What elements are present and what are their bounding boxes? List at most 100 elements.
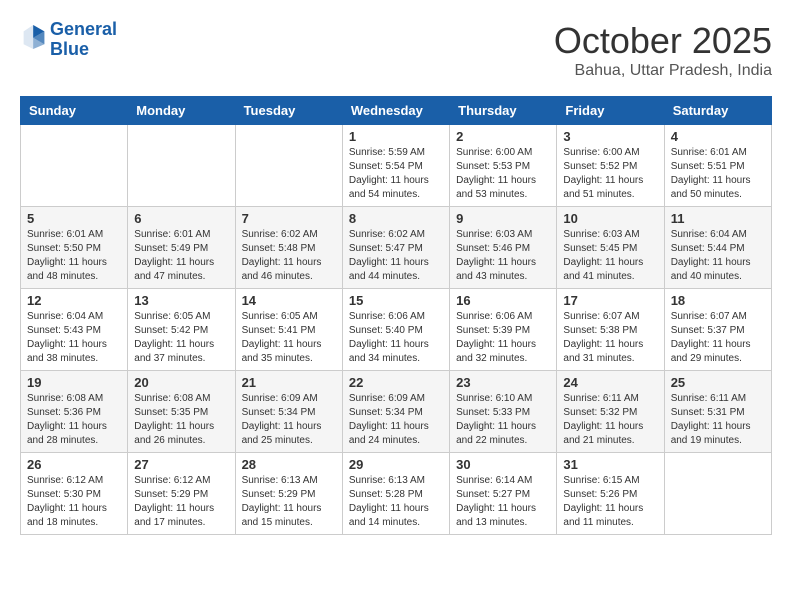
table-row	[21, 125, 128, 207]
day-info: Sunrise: 6:06 AMSunset: 5:39 PMDaylight:…	[456, 310, 550, 366]
table-row: 8Sunrise: 6:02 AMSunset: 5:47 PMDaylight…	[342, 207, 449, 289]
col-tuesday: Tuesday	[235, 97, 342, 125]
day-info: Sunrise: 6:05 AMSunset: 5:41 PMDaylight:…	[242, 310, 336, 366]
day-info: Sunrise: 6:08 AMSunset: 5:35 PMDaylight:…	[134, 392, 228, 448]
calendar-table: Sunday Monday Tuesday Wednesday Thursday…	[20, 96, 772, 535]
col-friday: Friday	[557, 97, 664, 125]
day-info: Sunrise: 6:01 AMSunset: 5:49 PMDaylight:…	[134, 228, 228, 284]
table-row: 4 Sunrise: 6:01 AMSunset: 5:51 PMDaylight…	[664, 125, 771, 207]
table-row: 25Sunrise: 6:11 AMSunset: 5:31 PMDayligh…	[664, 371, 771, 453]
day-info: Sunrise: 6:11 AMSunset: 5:31 PMDaylight:…	[671, 392, 765, 448]
logo-icon	[22, 23, 46, 51]
table-row: 22 Sunrise: 6:09 AMSunset: 5:34 PMDayligh…	[342, 371, 449, 453]
day-number: 11	[671, 211, 765, 226]
day-number: 2	[456, 129, 550, 144]
table-row: 2 Sunrise: 6:00 AMSunset: 5:53 PMDaylight…	[450, 125, 557, 207]
title-block: October 2025 Bahua, Uttar Pradesh, India	[554, 20, 772, 80]
day-number: 26	[27, 457, 121, 472]
day-info: Sunrise: 6:09 AMSunset: 5:34 PMDaylight:…	[242, 392, 336, 448]
day-number: 16	[456, 293, 550, 308]
col-monday: Monday	[128, 97, 235, 125]
table-row	[235, 125, 342, 207]
table-row: 11 Sunrise: 6:04 AMSunset: 5:44 PMDayligh…	[664, 207, 771, 289]
day-info: Sunrise: 6:10 AMSunset: 5:33 PMDaylight:…	[456, 392, 550, 448]
logo-text: General Blue	[50, 20, 117, 60]
logo: General Blue	[20, 20, 117, 60]
table-row: 18Sunrise: 6:07 AMSunset: 5:37 PMDayligh…	[664, 289, 771, 371]
day-info: Sunrise: 6:05 AMSunset: 5:42 PMDaylight:…	[134, 310, 228, 366]
logo-general: General	[50, 19, 117, 39]
day-info: Sunrise: 5:59 AMSunset: 5:54 PMDaylight:…	[349, 146, 443, 202]
day-number: 13	[134, 293, 228, 308]
day-number: 22	[349, 375, 443, 390]
table-row: 30 Sunrise: 6:14 AMSunset: 5:27 PMDayligh…	[450, 453, 557, 535]
day-info: Sunrise: 6:09 AMSunset: 5:34 PMDaylight:…	[349, 392, 443, 448]
day-info: Sunrise: 6:02 AMSunset: 5:47 PMDaylight:…	[349, 228, 443, 284]
day-number: 7	[242, 211, 336, 226]
table-row: 20 Sunrise: 6:08 AMSunset: 5:35 PMDayligh…	[128, 371, 235, 453]
table-row: 28Sunrise: 6:13 AMSunset: 5:29 PMDayligh…	[235, 453, 342, 535]
day-number: 5	[27, 211, 121, 226]
day-info: Sunrise: 6:03 AMSunset: 5:45 PMDaylight:…	[563, 228, 657, 284]
calendar-week-row: 12 Sunrise: 6:04 AMSunset: 5:43 PMDayligh…	[21, 289, 772, 371]
day-number: 12	[27, 293, 121, 308]
table-row: 17Sunrise: 6:07 AMSunset: 5:38 PMDayligh…	[557, 289, 664, 371]
table-row	[664, 453, 771, 535]
day-number: 31	[563, 457, 657, 472]
table-row: 24Sunrise: 6:11 AMSunset: 5:32 PMDayligh…	[557, 371, 664, 453]
calendar-week-row: 19Sunrise: 6:08 AMSunset: 5:36 PMDayligh…	[21, 371, 772, 453]
day-info: Sunrise: 6:14 AMSunset: 5:27 PMDaylight:…	[456, 474, 550, 530]
day-number: 1	[349, 129, 443, 144]
day-info: Sunrise: 6:06 AMSunset: 5:40 PMDaylight:…	[349, 310, 443, 366]
day-info: Sunrise: 6:04 AMSunset: 5:44 PMDaylight:…	[671, 228, 765, 284]
day-number: 9	[456, 211, 550, 226]
day-number: 21	[242, 375, 336, 390]
day-info: Sunrise: 6:07 AMSunset: 5:37 PMDaylight:…	[671, 310, 765, 366]
col-sunday: Sunday	[21, 97, 128, 125]
table-row: 1 Sunrise: 5:59 AMSunset: 5:54 PMDaylight…	[342, 125, 449, 207]
day-info: Sunrise: 6:03 AMSunset: 5:46 PMDaylight:…	[456, 228, 550, 284]
day-info: Sunrise: 6:02 AMSunset: 5:48 PMDaylight:…	[242, 228, 336, 284]
day-info: Sunrise: 6:12 AMSunset: 5:30 PMDaylight:…	[27, 474, 121, 530]
table-row: 14 Sunrise: 6:05 AMSunset: 5:41 PMDayligh…	[235, 289, 342, 371]
table-row: 26 Sunrise: 6:12 AMSunset: 5:30 PMDayligh…	[21, 453, 128, 535]
calendar-header-row: Sunday Monday Tuesday Wednesday Thursday…	[21, 97, 772, 125]
table-row: 15 Sunrise: 6:06 AMSunset: 5:40 PMDayligh…	[342, 289, 449, 371]
table-row: 7 Sunrise: 6:02 AMSunset: 5:48 PMDaylight…	[235, 207, 342, 289]
day-number: 6	[134, 211, 228, 226]
day-number: 30	[456, 457, 550, 472]
table-row: 27Sunrise: 6:12 AMSunset: 5:29 PMDayligh…	[128, 453, 235, 535]
table-row: 6 Sunrise: 6:01 AMSunset: 5:49 PMDaylight…	[128, 207, 235, 289]
day-number: 14	[242, 293, 336, 308]
day-info: Sunrise: 6:07 AMSunset: 5:38 PMDaylight:…	[563, 310, 657, 366]
day-number: 3	[563, 129, 657, 144]
logo-blue: Blue	[50, 39, 89, 59]
page-header: General Blue October 2025 Bahua, Uttar P…	[20, 20, 772, 80]
calendar-week-row: 26 Sunrise: 6:12 AMSunset: 5:30 PMDayligh…	[21, 453, 772, 535]
table-row: 5 Sunrise: 6:01 AMSunset: 5:50 PMDaylight…	[21, 207, 128, 289]
day-number: 15	[349, 293, 443, 308]
day-info: Sunrise: 6:13 AMSunset: 5:29 PMDaylight:…	[242, 474, 336, 530]
day-number: 20	[134, 375, 228, 390]
table-row: 29Sunrise: 6:13 AMSunset: 5:28 PMDayligh…	[342, 453, 449, 535]
month-title: October 2025	[554, 20, 772, 62]
day-info: Sunrise: 6:01 AMSunset: 5:51 PMDaylight:…	[671, 146, 765, 202]
day-info: Sunrise: 6:04 AMSunset: 5:43 PMDaylight:…	[27, 310, 121, 366]
table-row: 19Sunrise: 6:08 AMSunset: 5:36 PMDayligh…	[21, 371, 128, 453]
day-number: 23	[456, 375, 550, 390]
table-row: 10Sunrise: 6:03 AMSunset: 5:45 PMDayligh…	[557, 207, 664, 289]
day-info: Sunrise: 6:00 AMSunset: 5:52 PMDaylight:…	[563, 146, 657, 202]
location-title: Bahua, Uttar Pradesh, India	[554, 62, 772, 80]
calendar-week-row: 5 Sunrise: 6:01 AMSunset: 5:50 PMDaylight…	[21, 207, 772, 289]
day-info: Sunrise: 6:15 AMSunset: 5:26 PMDaylight:…	[563, 474, 657, 530]
table-row: 21 Sunrise: 6:09 AMSunset: 5:34 PMDayligh…	[235, 371, 342, 453]
table-row	[128, 125, 235, 207]
day-number: 24	[563, 375, 657, 390]
day-info: Sunrise: 6:01 AMSunset: 5:50 PMDaylight:…	[27, 228, 121, 284]
col-wednesday: Wednesday	[342, 97, 449, 125]
day-info: Sunrise: 6:00 AMSunset: 5:53 PMDaylight:…	[456, 146, 550, 202]
table-row: 12 Sunrise: 6:04 AMSunset: 5:43 PMDayligh…	[21, 289, 128, 371]
table-row: 9 Sunrise: 6:03 AMSunset: 5:46 PMDaylight…	[450, 207, 557, 289]
day-number: 4	[671, 129, 765, 144]
day-number: 19	[27, 375, 121, 390]
